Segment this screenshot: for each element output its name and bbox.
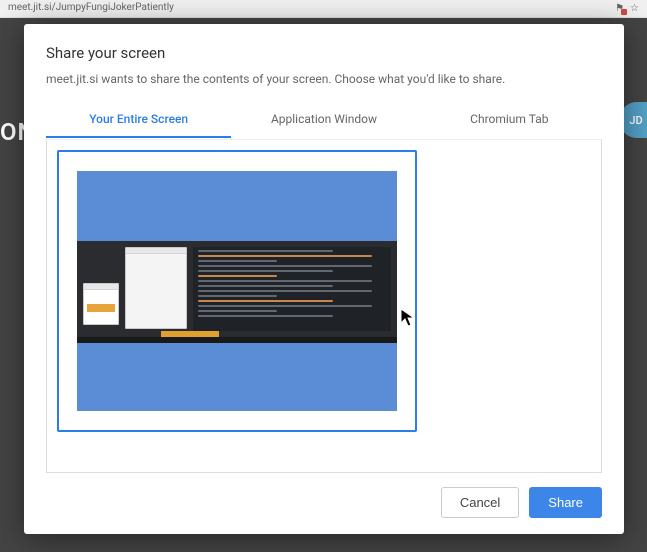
cancel-button[interactable]: Cancel [441,487,519,518]
share-source-tabs: Your Entire Screen Application Window Ch… [46,104,602,139]
preview-window-small [83,283,119,325]
dialog-title: Share your screen [46,44,602,62]
dialog-footer: Cancel Share [46,473,602,518]
tab-application-window[interactable]: Application Window [231,104,416,138]
dialog-subtitle: meet.jit.si wants to share the contents … [46,72,602,86]
screen-preview-thumbnail[interactable] [57,150,417,432]
preview-area [46,139,602,473]
avatar-initials: JD [629,114,642,127]
tab-chromium-tab[interactable]: Chromium Tab [417,104,602,138]
preview-desktop-strip [77,241,397,337]
url-fragment: meet.jit.si/JumpyFungiJokerPatiently [8,2,174,15]
tab-entire-screen[interactable]: Your Entire Screen [46,104,231,138]
preview-window-dialog [125,247,187,329]
preview-window-code [193,247,391,331]
share-screen-dialog: Share your screen meet.jit.si wants to s… [24,24,624,534]
browser-toolbar: meet.jit.si/JumpyFungiJokerPatiently ⚑ ☆ [0,0,647,18]
mouse-cursor-icon [400,308,416,328]
extension-flag-icon[interactable]: ⚑ [615,3,624,14]
screen-preview-inner [77,171,397,411]
preview-taskbar [77,337,397,343]
bookmark-star-icon[interactable]: ☆ [630,3,639,14]
share-button[interactable]: Share [529,487,602,518]
